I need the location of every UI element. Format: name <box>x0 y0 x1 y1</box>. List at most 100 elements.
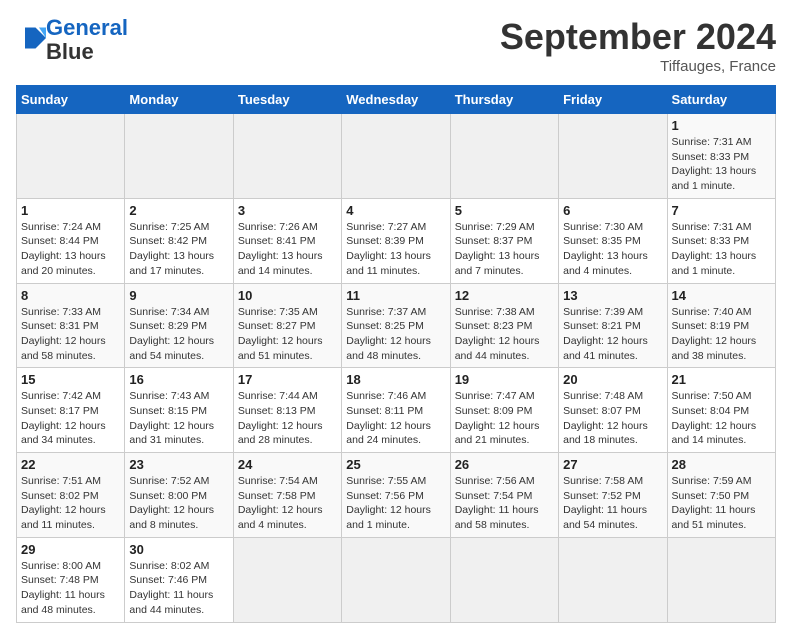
calendar-day-cell: 10 Sunrise: 7:35 AMSunset: 8:27 PMDayligh… <box>233 283 341 368</box>
day-number: 14 <box>672 288 771 303</box>
day-of-week-header: Friday <box>559 86 667 114</box>
calendar-day-cell <box>233 114 341 199</box>
calendar-day-cell: 23 Sunrise: 7:52 AMSunset: 8:00 PMDayligh… <box>125 453 233 538</box>
day-number: 19 <box>455 372 554 387</box>
day-info: Sunrise: 7:31 AMSunset: 8:33 PMDaylight:… <box>672 220 771 279</box>
day-info: Sunrise: 8:02 AMSunset: 7:46 PMDaylight:… <box>129 559 228 618</box>
calendar-day-cell <box>450 114 558 199</box>
calendar-day-cell: 14 Sunrise: 7:40 AMSunset: 8:19 PMDayligh… <box>667 283 775 368</box>
day-number: 21 <box>672 372 771 387</box>
day-of-week-header: Tuesday <box>233 86 341 114</box>
day-info: Sunrise: 7:44 AMSunset: 8:13 PMDaylight:… <box>238 389 337 448</box>
calendar-week-row: 15 Sunrise: 7:42 AMSunset: 8:17 PMDayligh… <box>17 368 776 453</box>
day-number: 7 <box>672 203 771 218</box>
calendar-day-cell: 11Sunrise: 7:37 AMSunset: 8:25 PMDayligh… <box>342 283 450 368</box>
calendar-day-cell: 27 Sunrise: 7:58 AMSunset: 7:52 PMDayligh… <box>559 453 667 538</box>
calendar-day-cell: 17 Sunrise: 7:44 AMSunset: 8:13 PMDayligh… <box>233 368 341 453</box>
day-number: 4 <box>346 203 445 218</box>
day-number: 28 <box>672 457 771 472</box>
calendar-day-cell: 19 Sunrise: 7:47 AMSunset: 8:09 PMDayligh… <box>450 368 558 453</box>
calendar-day-cell: 4Sunrise: 7:27 AMSunset: 8:39 PMDaylight… <box>342 198 450 283</box>
day-number: 16 <box>129 372 228 387</box>
day-number: 18 <box>346 372 445 387</box>
day-info: Sunrise: 7:25 AMSunset: 8:42 PMDaylight:… <box>129 220 228 279</box>
calendar-day-cell: 30 Sunrise: 8:02 AMSunset: 7:46 PMDayligh… <box>125 537 233 622</box>
calendar-day-cell <box>559 537 667 622</box>
day-number: 15 <box>21 372 120 387</box>
day-info: Sunrise: 8:00 AMSunset: 7:48 PMDaylight:… <box>21 559 120 618</box>
calendar-day-cell: 29 Sunrise: 8:00 AMSunset: 7:48 PMDayligh… <box>17 537 125 622</box>
day-of-week-header: Wednesday <box>342 86 450 114</box>
day-info: Sunrise: 7:58 AMSunset: 7:52 PMDaylight:… <box>563 474 662 533</box>
day-info: Sunrise: 7:39 AMSunset: 8:21 PMDaylight:… <box>563 305 662 364</box>
calendar-day-cell: 24Sunrise: 7:54 AMSunset: 7:58 PMDayligh… <box>233 453 341 538</box>
day-number: 9 <box>129 288 228 303</box>
day-info: Sunrise: 7:30 AMSunset: 8:35 PMDaylight:… <box>563 220 662 279</box>
day-info: Sunrise: 7:48 AMSunset: 8:07 PMDaylight:… <box>563 389 662 448</box>
calendar-day-cell <box>450 537 558 622</box>
day-of-week-header: Thursday <box>450 86 558 114</box>
calendar-week-row: 1 Sunrise: 7:31 AMSunset: 8:33 PMDaylight… <box>17 114 776 199</box>
calendar-day-cell: 7 Sunrise: 7:31 AMSunset: 8:33 PMDaylight… <box>667 198 775 283</box>
day-number: 25 <box>346 457 445 472</box>
day-number: 29 <box>21 542 120 557</box>
calendar-day-cell: 22 Sunrise: 7:51 AMSunset: 8:02 PMDayligh… <box>17 453 125 538</box>
location: Tiffauges, France <box>500 58 776 75</box>
day-info: Sunrise: 7:52 AMSunset: 8:00 PMDaylight:… <box>129 474 228 533</box>
calendar-day-cell: 28Sunrise: 7:59 AMSunset: 7:50 PMDayligh… <box>667 453 775 538</box>
day-info: Sunrise: 7:26 AMSunset: 8:41 PMDaylight:… <box>238 220 337 279</box>
calendar-day-cell <box>667 537 775 622</box>
day-info: Sunrise: 7:34 AMSunset: 8:29 PMDaylight:… <box>129 305 228 364</box>
calendar-week-row: 1Sunrise: 7:24 AMSunset: 8:44 PMDaylight… <box>17 198 776 283</box>
month-title: September 2024 <box>500 16 776 58</box>
day-number: 1 <box>21 203 120 218</box>
calendar-day-cell: 6 Sunrise: 7:30 AMSunset: 8:35 PMDaylight… <box>559 198 667 283</box>
calendar-day-cell <box>125 114 233 199</box>
calendar-day-cell: 16 Sunrise: 7:43 AMSunset: 8:15 PMDayligh… <box>125 368 233 453</box>
day-info: Sunrise: 7:35 AMSunset: 8:27 PMDaylight:… <box>238 305 337 364</box>
day-info: Sunrise: 7:40 AMSunset: 8:19 PMDaylight:… <box>672 305 771 364</box>
calendar-day-cell: 12 Sunrise: 7:38 AMSunset: 8:23 PMDayligh… <box>450 283 558 368</box>
day-of-week-header: Saturday <box>667 86 775 114</box>
day-info: Sunrise: 7:38 AMSunset: 8:23 PMDaylight:… <box>455 305 554 364</box>
page-header: GeneralBlue September 2024 Tiffauges, Fr… <box>16 16 776 75</box>
day-number: 30 <box>129 542 228 557</box>
calendar-day-cell: 9 Sunrise: 7:34 AMSunset: 8:29 PMDaylight… <box>125 283 233 368</box>
calendar-day-cell: 15 Sunrise: 7:42 AMSunset: 8:17 PMDayligh… <box>17 368 125 453</box>
day-number: 6 <box>563 203 662 218</box>
calendar-week-row: 22 Sunrise: 7:51 AMSunset: 8:02 PMDayligh… <box>17 453 776 538</box>
day-number: 1 <box>672 118 771 133</box>
day-of-week-header: Sunday <box>17 86 125 114</box>
calendar-day-cell: 3 Sunrise: 7:26 AMSunset: 8:41 PMDaylight… <box>233 198 341 283</box>
day-info: Sunrise: 7:47 AMSunset: 8:09 PMDaylight:… <box>455 389 554 448</box>
calendar-day-cell <box>17 114 125 199</box>
logo-icon <box>18 24 46 52</box>
day-number: 3 <box>238 203 337 218</box>
calendar-day-cell: 21 Sunrise: 7:50 AMSunset: 8:04 PMDayligh… <box>667 368 775 453</box>
title-block: September 2024 Tiffauges, France <box>500 16 776 75</box>
calendar-week-row: 8Sunrise: 7:33 AMSunset: 8:31 PMDaylight… <box>17 283 776 368</box>
day-info: Sunrise: 7:29 AMSunset: 8:37 PMDaylight:… <box>455 220 554 279</box>
day-info: Sunrise: 7:51 AMSunset: 8:02 PMDaylight:… <box>21 474 120 533</box>
calendar-day-cell <box>233 537 341 622</box>
calendar-day-cell <box>342 114 450 199</box>
day-number: 23 <box>129 457 228 472</box>
day-info: Sunrise: 7:46 AMSunset: 8:11 PMDaylight:… <box>346 389 445 448</box>
day-number: 26 <box>455 457 554 472</box>
day-number: 27 <box>563 457 662 472</box>
day-number: 20 <box>563 372 662 387</box>
day-info: Sunrise: 7:43 AMSunset: 8:15 PMDaylight:… <box>129 389 228 448</box>
day-number: 12 <box>455 288 554 303</box>
day-number: 22 <box>21 457 120 472</box>
day-info: Sunrise: 7:42 AMSunset: 8:17 PMDaylight:… <box>21 389 120 448</box>
day-info: Sunrise: 7:50 AMSunset: 8:04 PMDaylight:… <box>672 389 771 448</box>
day-info: Sunrise: 7:31 AMSunset: 8:33 PMDaylight:… <box>672 135 771 194</box>
day-number: 10 <box>238 288 337 303</box>
calendar-day-cell <box>559 114 667 199</box>
day-number: 8 <box>21 288 120 303</box>
day-number: 17 <box>238 372 337 387</box>
calendar-day-cell: 25Sunrise: 7:55 AMSunset: 7:56 PMDayligh… <box>342 453 450 538</box>
logo: GeneralBlue <box>16 16 128 64</box>
day-of-week-header: Monday <box>125 86 233 114</box>
calendar-day-cell: 5Sunrise: 7:29 AMSunset: 8:37 PMDaylight… <box>450 198 558 283</box>
